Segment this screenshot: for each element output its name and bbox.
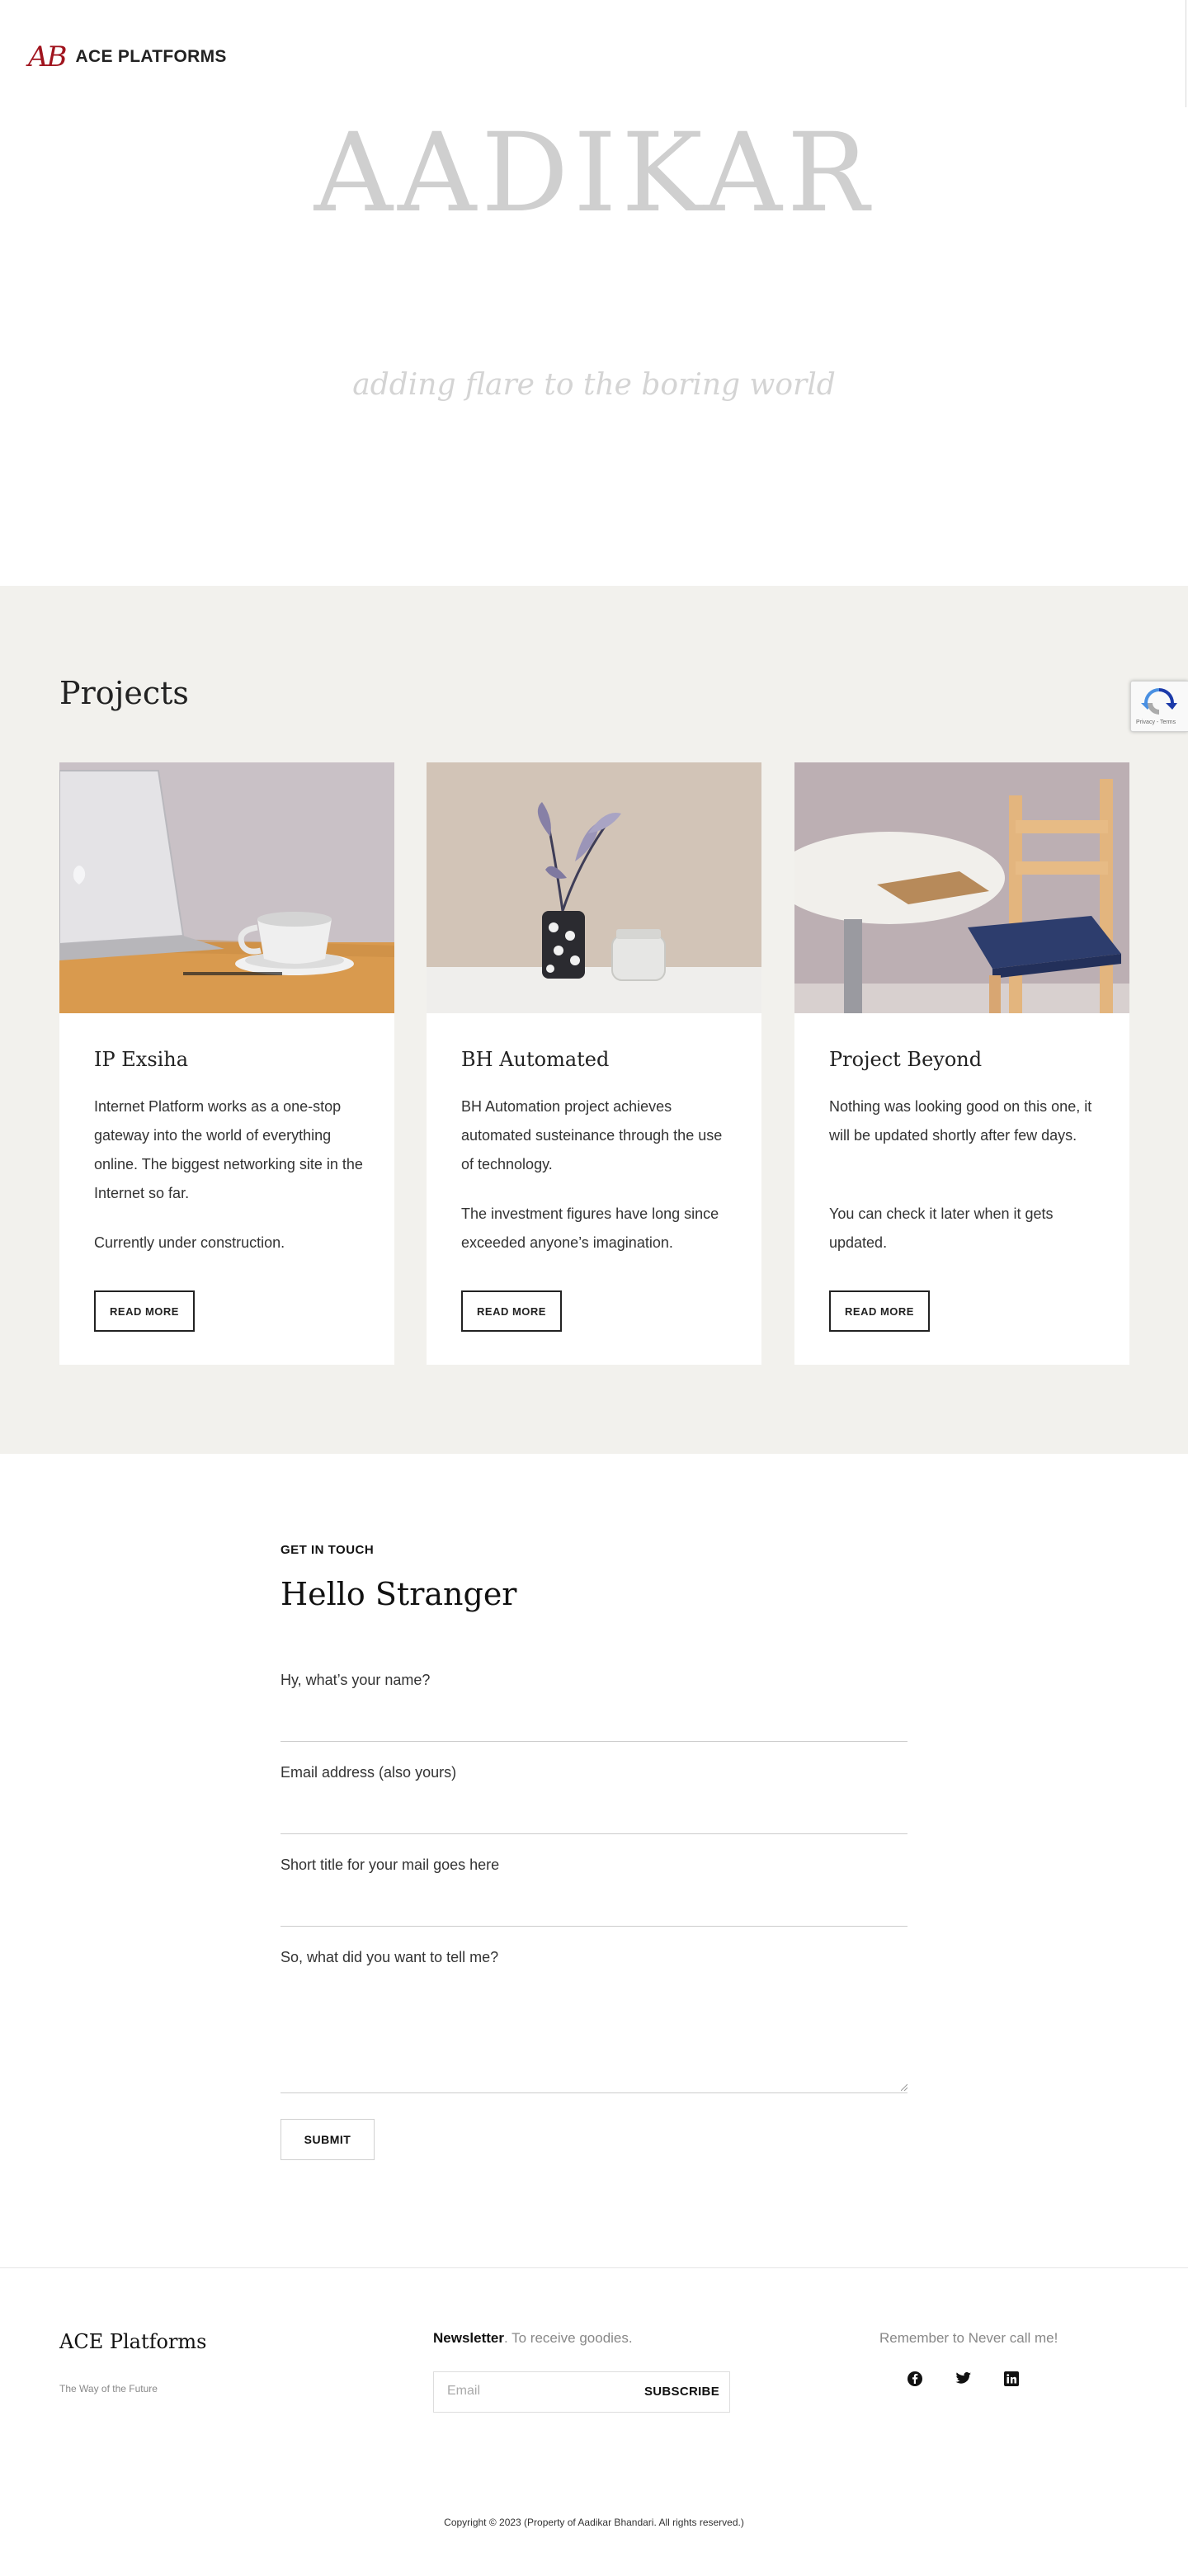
email-field[interactable] (280, 1833, 908, 1834)
project-card: BH Automated BH Automation project achie… (427, 762, 761, 1365)
read-more-button[interactable]: READ MORE (94, 1290, 195, 1332)
logo-link[interactable]: AB ACE PLATFORMS (28, 43, 227, 71)
contact-eyebrow: GET IN TOUCH (280, 1543, 375, 1557)
project-title: BH Automated (461, 1048, 610, 1071)
newsletter-text: . To receive goodies. (503, 2330, 633, 2346)
footer-brand: ACE Platforms (59, 2330, 207, 2353)
name-field[interactable] (280, 1741, 908, 1742)
laptop-coffee-photo (59, 762, 394, 1013)
newsletter-form: SUBSCRIBE (433, 2371, 730, 2413)
twitter-icon[interactable] (952, 2368, 974, 2390)
project-card: Project Beyond Nothing was looking good … (794, 762, 1129, 1365)
project-note: You can check it later when it gets upda… (829, 1205, 1054, 1251)
resize-grip-icon[interactable] (901, 2084, 908, 2091)
hero-subtitle: adding flare to the boring world (352, 368, 836, 402)
subject-label: Short title for your mail goes here (280, 1857, 500, 1873)
message-label: So, what did you want to tell me? (280, 1949, 499, 1965)
newsletter-bold: Newsletter (433, 2330, 504, 2346)
project-note: The investment figures have long since e… (461, 1205, 719, 1251)
project-description: Nothing was looking good on this one, it… (829, 1098, 1092, 1144)
read-more-button[interactable]: READ MORE (829, 1290, 930, 1332)
name-label: Hy, what’s your name? (280, 1672, 431, 1688)
newsletter-label: Newsletter. To receive goodies. (433, 2330, 633, 2347)
projects-section: Projects Privacy - Terms IP Exsiha Inter… (0, 586, 1188, 1454)
project-description: Internet Platform works as a one-stop ga… (94, 1098, 363, 1201)
submit-button[interactable]: SUBMIT (280, 2119, 375, 2160)
vase-jar-photo (427, 762, 761, 1013)
subject-field[interactable] (280, 1926, 908, 1927)
email-label: Email address (also yours) (280, 1764, 457, 1781)
projects-heading: Projects (59, 675, 189, 711)
footer-divider (0, 2267, 1188, 2268)
footer-tagline: The Way of the Future (59, 2383, 158, 2394)
project-card: IP Exsiha Internet Platform works as a o… (59, 762, 394, 1365)
project-title: Project Beyond (829, 1048, 983, 1071)
project-status: Currently under construction. (94, 1234, 285, 1251)
table-chair-photo (794, 762, 1129, 1013)
message-textarea[interactable] (280, 2092, 908, 2093)
linkedin-icon[interactable] (1001, 2368, 1022, 2390)
hero-title: AADIKAR (314, 110, 874, 237)
facebook-icon[interactable] (904, 2368, 926, 2390)
recaptcha-icon (1141, 688, 1177, 715)
recaptcha-links[interactable]: Privacy - Terms (1136, 719, 1176, 725)
project-title: IP Exsiha (94, 1048, 189, 1071)
brand-name: ACE PLATFORMS (75, 47, 227, 66)
copyright-text: Copyright © 2023 (Property of Aadikar Bh… (444, 2517, 744, 2528)
read-more-button[interactable]: READ MORE (461, 1290, 562, 1332)
logo-mark: AB (28, 40, 68, 73)
social-label: Remember to Never call me! (879, 2330, 1058, 2346)
subscribe-button[interactable]: SUBSCRIBE (644, 2385, 719, 2399)
newsletter-email-input[interactable] (447, 2384, 612, 2399)
contact-title: Hello Stranger (280, 1576, 517, 1612)
project-description: BH Automation project achieves automated… (461, 1098, 723, 1172)
site-header: AB ACE PLATFORMS (0, 0, 1188, 124)
recaptcha-badge[interactable]: Privacy - Terms (1130, 681, 1188, 732)
